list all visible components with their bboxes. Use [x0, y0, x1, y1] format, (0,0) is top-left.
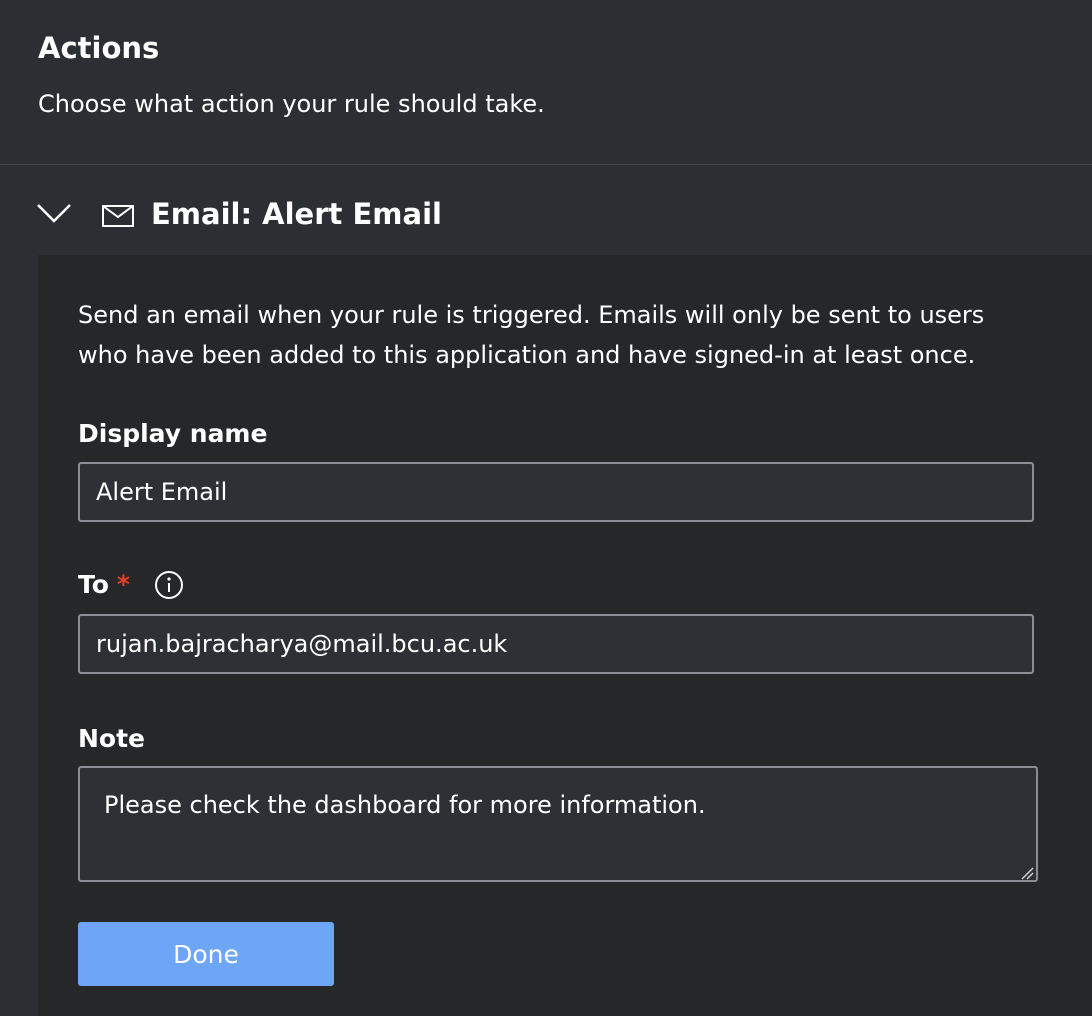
display-name-label: Display name [78, 419, 268, 448]
action-description: Send an email when your rule is triggere… [78, 301, 985, 369]
chevron-down-icon[interactable] [36, 201, 72, 225]
done-button[interactable]: Done [78, 922, 334, 986]
to-label-text: To [78, 570, 109, 599]
email-action-panel: Send an email when your rule is triggere… [38, 255, 1092, 1016]
required-marker: * [116, 570, 130, 599]
to-email-input[interactable] [78, 614, 1034, 674]
info-icon[interactable] [154, 570, 184, 600]
email-action-row[interactable]: Email: Alert Email [0, 165, 1092, 255]
note-textarea[interactable]: Please check the dashboard for more info… [78, 766, 1038, 882]
to-label: To * [78, 569, 130, 601]
display-name-input[interactable] [78, 462, 1034, 522]
mail-icon [102, 205, 134, 227]
actions-header: Actions Choose what action your rule sho… [0, 0, 1092, 165]
actions-subtitle: Choose what action your rule should take… [38, 90, 545, 118]
actions-title: Actions [38, 31, 160, 65]
resize-grip-icon[interactable] [1020, 866, 1034, 880]
action-title[interactable]: Email: Alert Email [151, 195, 442, 233]
note-label: Note [78, 724, 146, 753]
